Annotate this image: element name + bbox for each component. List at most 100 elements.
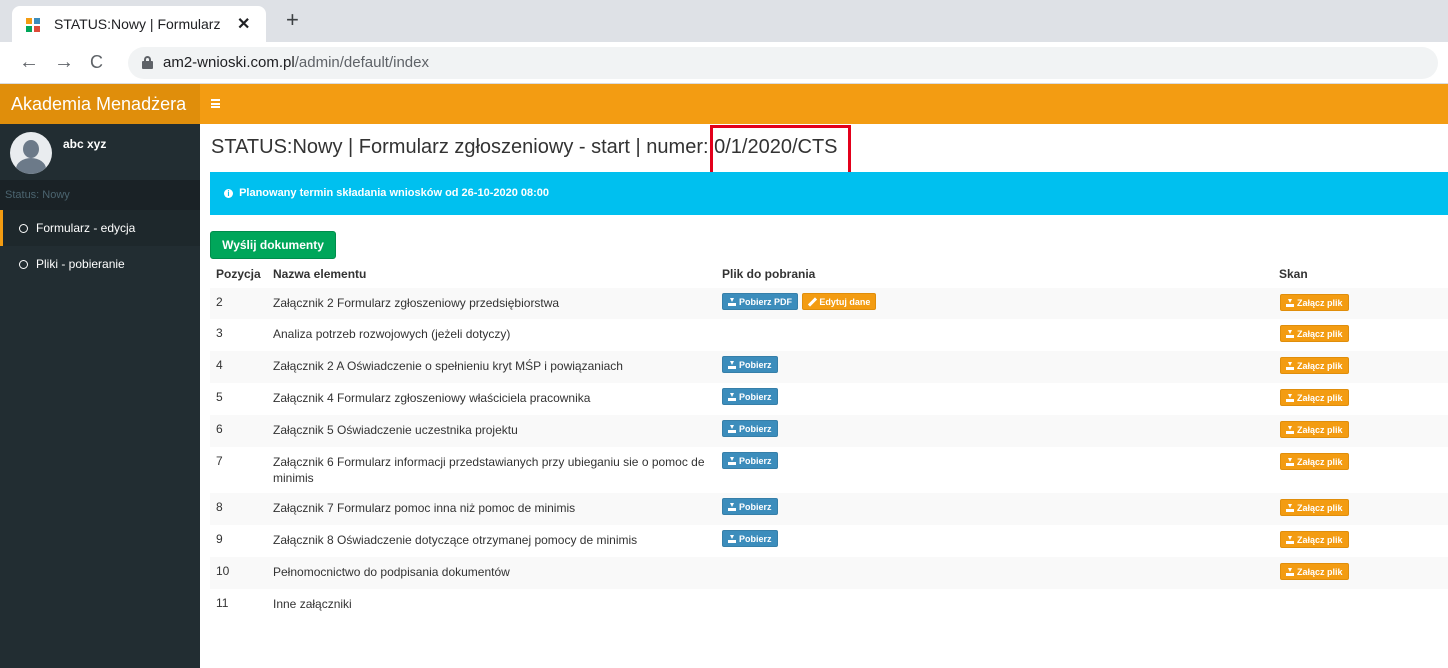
column-header: Skan [1279, 267, 1308, 281]
button-label: Pobierz PDF [739, 297, 793, 307]
row-position: 3 [216, 326, 223, 340]
address-bar[interactable]: am2-wnioski.com.pl/admin/default/index [128, 47, 1438, 79]
column-header: Plik do pobrania [722, 267, 816, 281]
row-position: 11 [216, 596, 229, 610]
button-label: Załącz plik [1297, 425, 1343, 435]
browser-tab[interactable]: STATUS:Nowy | Formularz zgłoszeniowy ✕ [12, 6, 266, 42]
app-header: Akademia Menadżera [0, 84, 1448, 124]
attach-file-button[interactable]: Załącz plik [1280, 531, 1349, 548]
table-row: 5 Załącznik 4 Formularz zgłoszeniowy właś… [210, 383, 1448, 415]
attach-file-button[interactable]: Załącz plik [1280, 563, 1349, 580]
row-download-cell: Pobierz [722, 498, 779, 515]
info-icon: i [224, 189, 233, 198]
attach-file-button[interactable]: Załącz plik [1280, 325, 1349, 342]
column-header: Nazwa elementu [273, 267, 367, 281]
row-scan-cell: Załącz plik [1280, 357, 1350, 374]
info-alert: i Planowany termin składania wniosków od… [210, 172, 1448, 215]
upload-icon [1286, 504, 1294, 512]
row-position: 4 [216, 358, 223, 372]
row-scan-cell: Załącz plik [1280, 531, 1350, 548]
table-row: 4 Załącznik 2 A Oświadczenie o spełnieniu… [210, 351, 1448, 383]
column-header: Pozycja [216, 267, 261, 281]
sidebar-item-formularz-edycja[interactable]: Formularz - edycja [0, 210, 200, 246]
button-label: Załącz plik [1297, 393, 1343, 403]
button-label: Załącz plik [1297, 361, 1343, 371]
table-row: 11 Inne załączniki [210, 589, 1448, 621]
download-icon [728, 535, 736, 543]
edit-data-button[interactable]: Edytuj dane [802, 293, 877, 310]
sidebar: abc xyz Status: Nowy Formularz - edycja … [0, 124, 200, 668]
sidebar-item-pliki-pobieranie[interactable]: Pliki - pobieranie [0, 246, 200, 282]
new-tab-icon[interactable]: + [286, 9, 299, 31]
attach-file-button[interactable]: Załącz plik [1280, 389, 1349, 406]
row-element-name: Załącznik 6 Formularz informacji przedst… [273, 455, 705, 485]
button-label: Załącz plik [1297, 567, 1343, 577]
download-button[interactable]: Pobierz [722, 388, 778, 405]
attach-file-button[interactable]: Załącz plik [1280, 294, 1349, 311]
upload-icon [1286, 536, 1294, 544]
download-icon [728, 457, 736, 465]
download-icon [728, 298, 736, 306]
row-element-name: Załącznik 2 Formularz zgłoszeniowy przed… [273, 296, 560, 310]
sidebar-item-label: Formularz - edycja [36, 221, 136, 235]
button-label: Załącz plik [1297, 535, 1343, 545]
row-position: 5 [216, 390, 223, 404]
attach-file-button[interactable]: Załącz plik [1280, 357, 1349, 374]
row-element-name: Załącznik 5 Oświadczenie uczestnika proj… [273, 423, 518, 437]
circle-icon [19, 260, 28, 269]
row-scan-cell: Załącz plik [1280, 389, 1350, 406]
sidebar-item-label: Pliki - pobieranie [36, 257, 125, 271]
upload-icon [1286, 330, 1294, 338]
row-position: 8 [216, 500, 223, 514]
back-icon[interactable]: ← [19, 51, 39, 73]
row-scan-cell: Załącz plik [1280, 325, 1350, 342]
row-download-cell: Pobierz PDF Edytuj dane [722, 293, 877, 310]
download-icon [728, 361, 736, 369]
upload-icon [1286, 568, 1294, 576]
favicon-icon [26, 18, 40, 32]
button-label: Pobierz [739, 392, 772, 402]
row-element-name: Załącznik 4 Formularz zgłoszeniowy właśc… [273, 391, 591, 405]
row-scan-cell: Załącz plik [1280, 499, 1350, 516]
row-position: 6 [216, 422, 223, 436]
attach-file-button[interactable]: Załącz plik [1280, 453, 1349, 470]
row-scan-cell: Załącz plik [1280, 294, 1350, 311]
reload-icon[interactable]: C [90, 51, 103, 73]
download-button[interactable]: Pobierz [722, 452, 778, 469]
row-position: 10 [216, 564, 230, 578]
browser-toolbar: ← → C am2-wnioski.com.pl/admin/default/i… [0, 42, 1448, 84]
row-element-name: Analiza potrzeb rozwojowych (jeżeli doty… [273, 327, 511, 341]
brand-logo[interactable]: Akademia Menadżera [0, 84, 200, 124]
row-element-name: Załącznik 8 Oświadczenie dotyczące otrzy… [273, 533, 638, 547]
table-row: 2 Załącznik 2 Formularz zgłoszeniowy prze… [210, 288, 1448, 319]
close-tab-icon[interactable]: ✕ [237, 14, 250, 34]
user-panel: abc xyz [0, 124, 200, 180]
url-text[interactable]: am2-wnioski.com.pl/admin/default/index [163, 54, 429, 71]
send-documents-button[interactable]: Wyślij dokumenty [210, 231, 336, 259]
download-button[interactable]: Pobierz [722, 530, 778, 547]
button-label: Załącz plik [1297, 457, 1343, 467]
url-host: am2-wnioski.com.pl [163, 54, 295, 71]
row-element-name: Inne załączniki [273, 597, 352, 611]
lock-icon [142, 56, 153, 69]
button-label: Pobierz [739, 424, 772, 434]
user-name: abc xyz [63, 137, 107, 151]
attach-file-button[interactable]: Załącz plik [1280, 499, 1349, 516]
table-row: 8 Załącznik 7 Formularz pomoc inna niż po… [210, 493, 1448, 525]
table-row: 7 Załącznik 6 Formularz informacji przeds… [210, 447, 1448, 493]
attach-file-button[interactable]: Załącz plik [1280, 421, 1349, 438]
upload-icon [1286, 362, 1294, 370]
download-pdf-button[interactable]: Pobierz PDF [722, 293, 799, 310]
download-button[interactable]: Pobierz [722, 420, 778, 437]
button-label: Edytuj dane [819, 297, 871, 307]
main-content: STATUS:Nowy | Formularz zgłoszeniowy - s… [200, 124, 1448, 668]
button-label: Pobierz [739, 456, 772, 466]
download-button[interactable]: Pobierz [722, 498, 778, 515]
row-download-cell: Pobierz [722, 388, 779, 405]
hamburger-icon[interactable] [211, 99, 220, 108]
button-label: Pobierz [739, 360, 772, 370]
row-element-name: Załącznik 7 Formularz pomoc inna niż pom… [273, 501, 576, 515]
forward-icon[interactable]: → [54, 51, 74, 73]
download-button[interactable]: Pobierz [722, 356, 778, 373]
button-label: Załącz plik [1297, 503, 1343, 513]
